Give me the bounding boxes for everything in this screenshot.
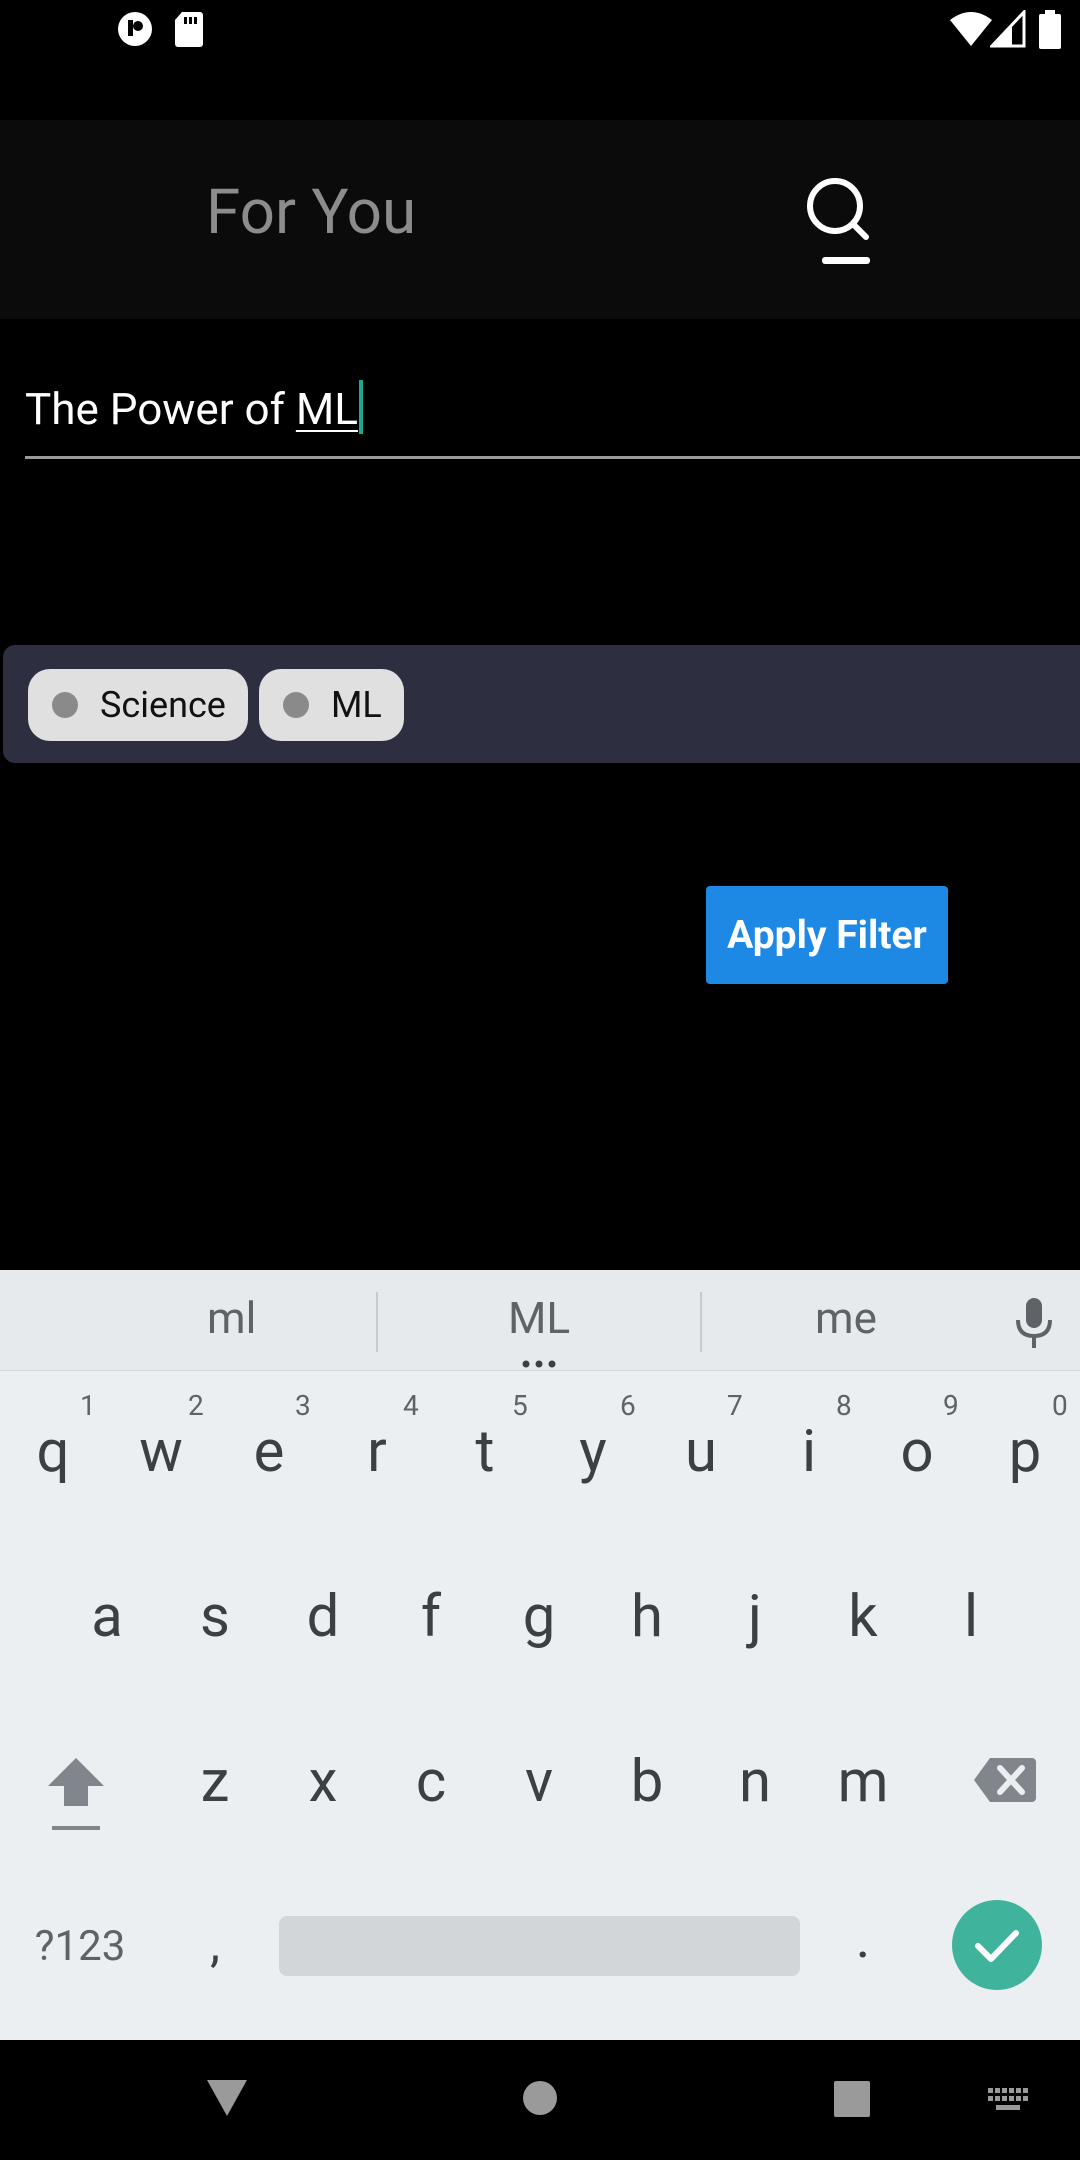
backspace-icon[interactable] xyxy=(972,1754,1038,1806)
key-a[interactable]: a xyxy=(67,1588,147,1646)
key-j[interactable]: j xyxy=(715,1588,795,1646)
suggestion-2[interactable]: ML xyxy=(508,1296,570,1340)
tab-search[interactable] xyxy=(800,174,880,270)
space-key[interactable] xyxy=(279,1916,800,1976)
tab-for-you[interactable]: For You xyxy=(206,182,416,244)
suggestion-divider xyxy=(700,1292,702,1352)
key-d[interactable]: d xyxy=(283,1588,363,1646)
key-l[interactable]: l xyxy=(931,1588,1011,1646)
period-key[interactable]: . xyxy=(823,1910,903,1966)
key-hint: 0 xyxy=(1052,1389,1068,1422)
navigation-bar xyxy=(0,2040,1080,2160)
key-c[interactable]: c xyxy=(391,1753,471,1811)
search-text-prefix: The Power of xyxy=(25,383,296,435)
symbols-key[interactable]: ?123 xyxy=(30,1926,130,1968)
recents-icon[interactable] xyxy=(833,2080,871,2118)
key-k[interactable]: k xyxy=(823,1588,903,1646)
text-cursor xyxy=(358,380,363,434)
microphone-icon[interactable] xyxy=(1012,1296,1056,1352)
notification-icon xyxy=(118,12,152,46)
key-e[interactable]: e xyxy=(229,1423,309,1481)
key-hint: 8 xyxy=(836,1389,852,1422)
chip-dot-icon xyxy=(283,692,309,718)
enter-key[interactable] xyxy=(952,1900,1042,1990)
tab-indicator xyxy=(822,257,870,264)
key-hint: 7 xyxy=(727,1389,743,1422)
back-icon[interactable] xyxy=(205,2078,249,2118)
key-r[interactable]: r xyxy=(337,1423,417,1481)
key-hint: 2 xyxy=(188,1389,204,1422)
suggestion-3[interactable]: me xyxy=(815,1296,877,1340)
chip-ml[interactable]: ML xyxy=(259,669,404,741)
key-g[interactable]: g xyxy=(499,1588,579,1646)
key-s[interactable]: s xyxy=(175,1588,255,1646)
app-bar: For You xyxy=(0,120,1080,319)
suggestion-1[interactable]: ml xyxy=(207,1296,256,1340)
key-v[interactable]: v xyxy=(499,1753,579,1811)
key-m[interactable]: m xyxy=(823,1753,903,1811)
home-icon[interactable] xyxy=(522,2080,558,2116)
keyboard-switch-icon[interactable] xyxy=(988,2088,1028,2114)
key-w[interactable]: w xyxy=(121,1423,201,1481)
key-hint: 4 xyxy=(403,1389,419,1422)
search-input-text: The Power of ML xyxy=(25,380,363,434)
search-icon xyxy=(807,178,870,264)
chip-label: ML xyxy=(331,684,382,726)
key-b[interactable]: b xyxy=(607,1753,687,1811)
key-t[interactable]: t xyxy=(445,1423,525,1481)
signal-icon xyxy=(990,10,1026,48)
soft-keyboard: ml ML me 1 2 3 4 5 6 7 8 9 0 q w e r t y… xyxy=(0,1270,1080,2040)
comma-key[interactable]: , xyxy=(175,1920,255,1970)
search-input[interactable]: The Power of ML xyxy=(25,370,1080,459)
key-h[interactable]: h xyxy=(607,1588,687,1646)
checkmark-icon xyxy=(975,1930,1019,1962)
key-z[interactable]: z xyxy=(175,1753,255,1811)
suggestion-divider xyxy=(376,1292,378,1352)
key-i[interactable]: i xyxy=(769,1423,849,1481)
apply-filter-button[interactable]: Apply Filter xyxy=(706,886,948,984)
key-o[interactable]: o xyxy=(877,1423,957,1481)
key-hint: 6 xyxy=(620,1389,636,1422)
key-y[interactable]: y xyxy=(553,1423,633,1481)
search-text-composing: ML xyxy=(295,383,358,435)
key-n[interactable]: n xyxy=(715,1753,795,1811)
chip-label: Science xyxy=(100,684,226,726)
status-bar xyxy=(0,0,1080,60)
key-f[interactable]: f xyxy=(391,1588,471,1646)
key-hint: 3 xyxy=(295,1389,311,1422)
chip-dot-icon xyxy=(52,692,78,718)
key-hint: 5 xyxy=(512,1389,528,1422)
key-x[interactable]: x xyxy=(283,1753,363,1811)
chip-science[interactable]: Science xyxy=(28,669,248,741)
shift-icon[interactable] xyxy=(44,1754,108,1834)
key-p[interactable]: p xyxy=(985,1423,1065,1481)
battery-icon xyxy=(1039,10,1061,49)
key-q[interactable]: q xyxy=(13,1423,93,1481)
wifi-icon xyxy=(950,12,992,46)
key-hint: 1 xyxy=(80,1389,96,1422)
key-u[interactable]: u xyxy=(661,1423,741,1481)
more-suggestions-icon[interactable] xyxy=(520,1360,560,1370)
filter-chip-group: Science ML xyxy=(3,645,1080,763)
key-hint: 9 xyxy=(943,1389,959,1422)
suggestion-strip: ml ML me xyxy=(0,1270,1080,1371)
sd-card-icon xyxy=(175,12,203,47)
